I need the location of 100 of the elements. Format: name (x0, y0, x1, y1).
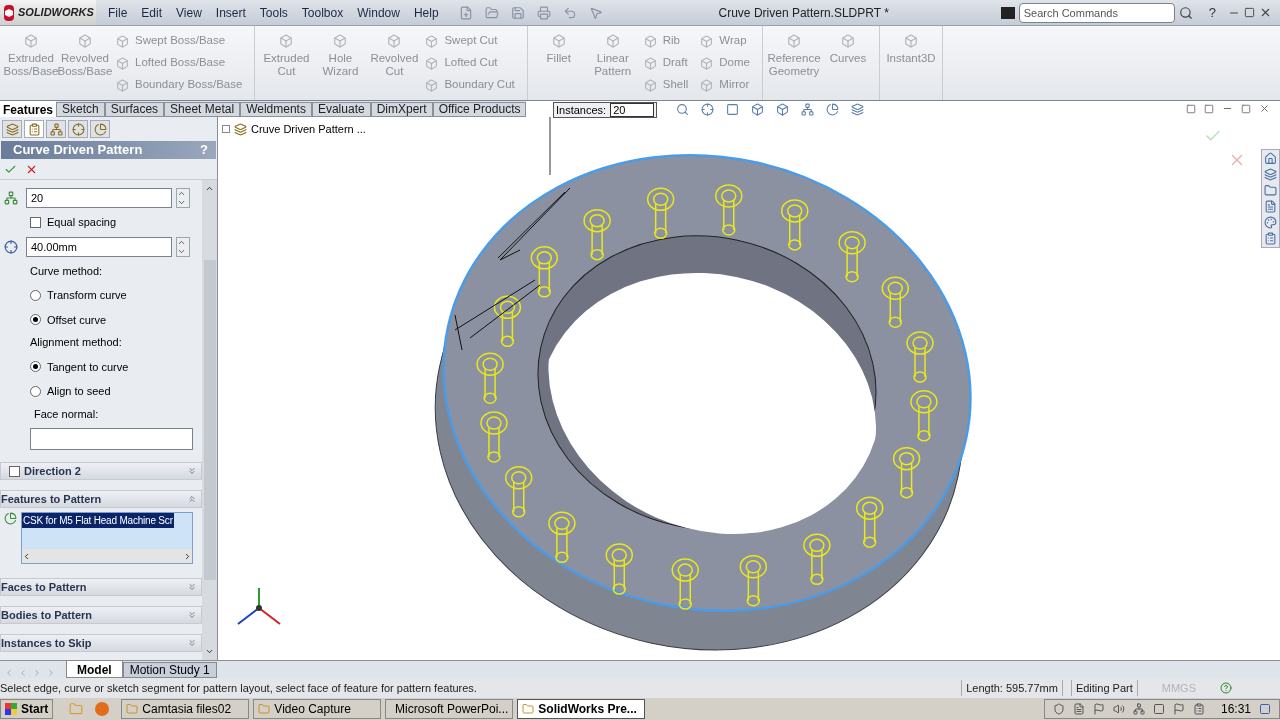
task-pane-icon[interactable] (1264, 232, 1277, 245)
axis-triad-drawing (237, 587, 281, 625)
menu-item[interactable]: Window (357, 3, 400, 22)
expand-icon[interactable] (187, 610, 197, 620)
view-tool-icon[interactable] (726, 103, 739, 116)
checkbox[interactable] (9, 465, 20, 477)
radio-button[interactable] (30, 314, 41, 326)
command-tab[interactable]: Sheet Metal (164, 102, 241, 117)
view-tool-icon[interactable] (676, 103, 689, 116)
taskbar-button[interactable]: SolidWorks Pre... (517, 699, 646, 719)
taskbar-button[interactable]: Camtasia files02 (121, 699, 250, 719)
tray-icon[interactable] (1072, 703, 1085, 715)
radio-button[interactable] (30, 289, 41, 301)
section-header[interactable]: Direction 2 (0, 462, 202, 480)
feature-list[interactable]: CSK for M5 Flat Head Machine Scr (21, 512, 193, 564)
menu-item[interactable]: Tools (259, 3, 288, 22)
toolbar-icon[interactable] (484, 5, 499, 20)
task-pane-icon[interactable] (1264, 184, 1277, 197)
command-tab[interactable]: Surfaces (104, 102, 165, 117)
model-tab[interactable]: Motion Study 1 (122, 662, 217, 678)
toolbar-icon[interactable] (588, 5, 603, 20)
toolbar-icon[interactable] (458, 5, 473, 20)
tree-item[interactable]: Cruve Driven Pattern ... (251, 121, 366, 138)
taskbar-button[interactable]: Microsoft PowerPoi... (385, 699, 514, 719)
tray-icon[interactable] (1152, 703, 1165, 715)
task-pane-icon[interactable] (1264, 200, 1277, 213)
horizontal-scrollbar[interactable] (22, 549, 192, 563)
split-view-icon[interactable] (1186, 103, 1196, 114)
radio-button[interactable] (30, 361, 41, 373)
tray-icon[interactable] (1192, 703, 1205, 715)
view-tool-icon[interactable] (776, 103, 789, 116)
close-icon[interactable] (1259, 103, 1270, 114)
section-header[interactable]: Features to Pattern (0, 490, 202, 508)
view-tool-icon[interactable] (826, 103, 839, 116)
instances-field[interactable]: 20 (26, 188, 172, 208)
help-icon[interactable] (1220, 682, 1232, 694)
restore-icon[interactable] (1241, 103, 1251, 114)
spin-buttons[interactable] (176, 188, 190, 208)
task-pane-icon[interactable] (1264, 152, 1277, 165)
expand-icon[interactable] (187, 466, 197, 476)
search-field[interactable]: Search Commands (1018, 2, 1175, 23)
vertical-scrollbar[interactable] (202, 180, 217, 660)
collapse-icon[interactable] (187, 494, 197, 504)
spin-buttons[interactable] (176, 236, 190, 257)
spacing-field[interactable]: 40.00mm (26, 236, 172, 257)
section-header[interactable]: Instances to Skip (0, 634, 202, 652)
manager-tab[interactable] (46, 120, 66, 138)
close-icon[interactable] (1259, 6, 1272, 19)
maximize-icon[interactable] (1244, 7, 1255, 18)
window-title: Cruve Driven Pattern.SLDPRT * (717, 4, 890, 22)
section-header[interactable]: Faces to Pattern (0, 578, 202, 596)
menu-item[interactable]: View (176, 3, 202, 22)
command-tab[interactable]: Weldments (240, 102, 312, 117)
task-pane-icon[interactable] (1264, 216, 1277, 229)
menu-item[interactable]: File (108, 3, 128, 22)
manager-tab[interactable] (24, 120, 44, 138)
cube-icon (904, 34, 918, 48)
radio-button[interactable] (30, 385, 41, 397)
view-tool-icon[interactable] (701, 103, 714, 116)
tray-icon[interactable] (1172, 703, 1185, 715)
task-pane-icon[interactable] (1264, 168, 1277, 181)
command-tab[interactable]: Office Products (432, 102, 527, 117)
tray-icon[interactable] (1112, 703, 1125, 715)
tray-icon[interactable] (1092, 703, 1105, 715)
split-view-icon[interactable] (1204, 103, 1214, 114)
checkbox[interactable] (30, 216, 41, 228)
instances-field[interactable]: 20 (610, 103, 655, 117)
desktop-icon[interactable] (1259, 703, 1271, 715)
manager-tab[interactable] (90, 120, 110, 138)
tray-icon[interactable] (1132, 703, 1145, 715)
leader-line (549, 117, 551, 176)
section-header[interactable]: Bodies to Pattern (0, 606, 202, 624)
taskbar-button[interactable]: Video Capture (253, 699, 382, 719)
menu-item[interactable]: Toolbox (301, 3, 344, 22)
expand-icon[interactable] (187, 638, 197, 648)
view-tool-icon[interactable] (751, 103, 764, 116)
command-tab[interactable]: Evaluate (311, 102, 371, 117)
cube-icon (116, 78, 129, 92)
menu-item[interactable]: Edit (141, 3, 163, 22)
view-tool-icon[interactable] (801, 103, 814, 116)
expand-icon[interactable] (187, 582, 197, 592)
view-tool-icon[interactable] (851, 103, 864, 116)
command-tab[interactable]: Features (0, 101, 57, 117)
menu-item[interactable]: Help (413, 3, 439, 22)
command-tab[interactable]: DimXpert (370, 102, 433, 117)
expand-icon[interactable] (222, 125, 230, 134)
toolbar-icon[interactable] (562, 5, 577, 20)
toolbar-icon[interactable] (536, 5, 551, 20)
toolbar-icon[interactable] (510, 5, 525, 20)
search-icon[interactable] (1178, 5, 1193, 20)
help-button[interactable]: ? (1204, 2, 1220, 23)
list-item[interactable]: CSK for M5 Flat Head Machine Scr (22, 513, 174, 528)
face-normal-field[interactable] (30, 428, 193, 450)
manager-tab[interactable] (68, 120, 88, 138)
manager-tab[interactable] (2, 120, 22, 138)
command-tab[interactable]: Sketch (56, 102, 105, 117)
model-tab[interactable]: Model (66, 660, 123, 678)
menu-item[interactable]: Insert (215, 3, 246, 22)
tray-icon[interactable] (1052, 703, 1065, 715)
start-button[interactable]: Start (0, 699, 54, 719)
